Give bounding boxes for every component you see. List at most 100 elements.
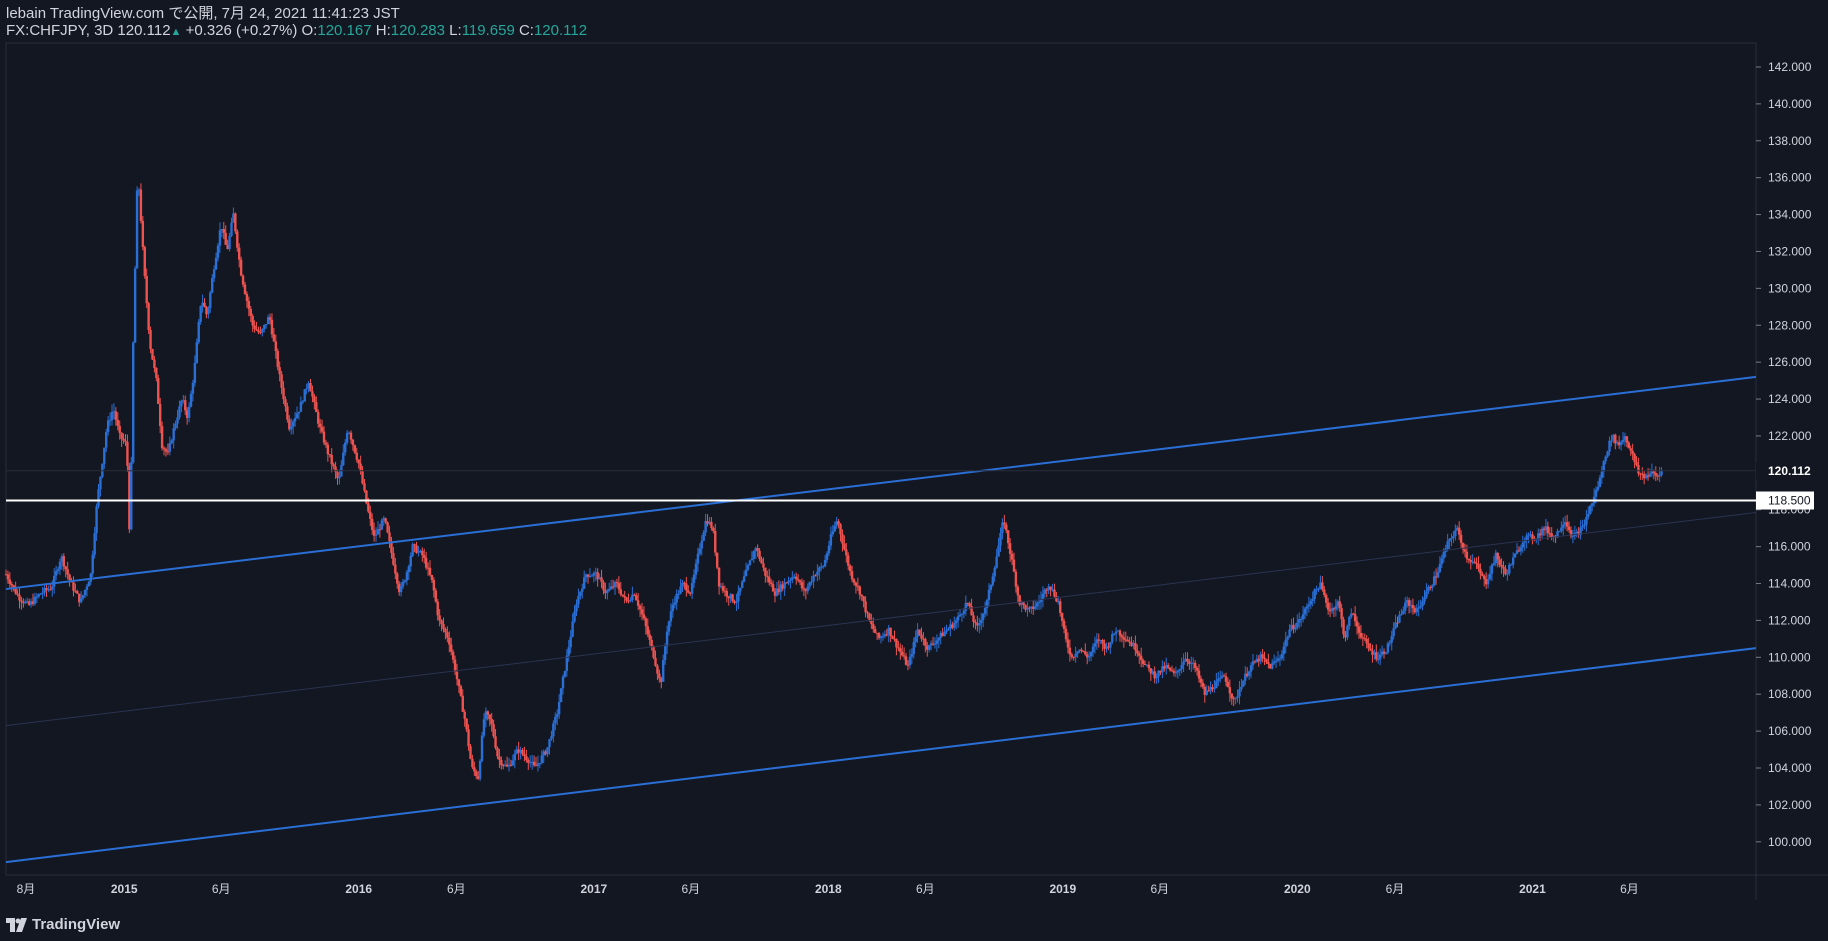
candle-body (1236, 696, 1239, 698)
candle-body (174, 423, 177, 429)
candle-body (742, 576, 746, 582)
candle-body (216, 245, 220, 258)
candle-body (394, 564, 397, 574)
candle-body (1247, 671, 1251, 676)
candle-body (1286, 637, 1289, 640)
candle-body (638, 605, 642, 610)
candle-body (983, 608, 987, 614)
candle-body (500, 759, 503, 766)
tradingview-logo-icon (6, 917, 27, 932)
candle-body (228, 235, 231, 249)
candle-body (671, 604, 675, 612)
candle-body (155, 367, 158, 379)
candle-body (1265, 659, 1268, 663)
time-tick-label: 2020 (1284, 882, 1311, 896)
candle-body (1022, 602, 1025, 606)
price-chart[interactable]: 142.000 140.000 138.000 136.000 134.000 132.0… (0, 0, 1828, 941)
candle-body (195, 342, 199, 364)
time-tick-label: 6月 (1150, 882, 1169, 896)
time-tick-label: 2021 (1519, 882, 1546, 896)
publish-info: lebain TradingView.com で公開, 7月 24, 2021 … (6, 5, 400, 22)
candle-body (12, 585, 15, 588)
candle-body (1301, 614, 1305, 620)
candle-body (457, 679, 461, 687)
symbol-interval[interactable]: FX:CHFJPY, 3D (6, 22, 113, 39)
candle-body (646, 626, 649, 635)
candle-body (1284, 639, 1287, 647)
candle-body (1342, 619, 1345, 635)
candle-body (1400, 613, 1403, 615)
candle-body (124, 440, 127, 442)
candle-body (714, 531, 717, 553)
candle-body (881, 636, 885, 638)
candle-body (635, 595, 638, 601)
candle-body (1282, 646, 1286, 655)
candle-body (105, 432, 108, 448)
candle-body (1346, 626, 1349, 638)
candle-body (1463, 549, 1467, 552)
candle-body (440, 620, 443, 625)
candle-body (999, 532, 1002, 546)
candle-body (83, 589, 87, 596)
candle-body (1134, 642, 1137, 651)
price-tick-label: 134.000 (1768, 208, 1812, 222)
candle-body (1060, 613, 1064, 622)
candle-body (1525, 535, 1528, 541)
candle-body (151, 349, 154, 360)
candle-body (122, 438, 125, 441)
candle-body (794, 576, 798, 580)
candle-body (1627, 442, 1630, 449)
candle-body (332, 464, 335, 467)
candle-body (54, 570, 58, 576)
candle-body (471, 758, 474, 768)
candle-body (600, 577, 603, 582)
candle-body (748, 560, 752, 566)
candle-body (956, 616, 960, 621)
candle-body (326, 444, 330, 455)
candle-body (106, 420, 110, 433)
candle-body (548, 739, 551, 748)
candle-body (1066, 639, 1070, 648)
price-tick-label: 128.000 (1768, 318, 1812, 332)
candle-body (1307, 604, 1311, 607)
candle-body (249, 308, 252, 316)
candle-body (286, 406, 289, 420)
tradingview-logo[interactable]: TradingView (6, 916, 120, 933)
candle-body (423, 555, 426, 558)
candle-body (1625, 436, 1629, 443)
candle-body (380, 520, 384, 530)
close-value: 120.112 (533, 22, 588, 39)
candle-body (1648, 473, 1652, 477)
candle-body (247, 300, 251, 309)
candle-body (717, 567, 721, 587)
candle-body (1488, 573, 1492, 580)
candle (559, 688, 563, 703)
candle-body (864, 601, 867, 613)
candle-body (172, 428, 175, 441)
candle-body (396, 573, 399, 584)
candle-body (453, 659, 457, 672)
candle-body (710, 521, 713, 528)
candle-body (1490, 564, 1494, 574)
candle-body (475, 771, 478, 777)
candle-body (20, 600, 23, 602)
candle-body (1590, 503, 1594, 506)
candle-body (1338, 601, 1341, 609)
candle-body (1392, 628, 1395, 637)
candle-body (1386, 643, 1390, 653)
candle-body (1589, 505, 1592, 514)
candle-body (369, 511, 372, 519)
candle-body (953, 623, 956, 628)
candle-body (176, 417, 179, 424)
candle-body (1510, 564, 1513, 566)
candle-body (224, 232, 227, 245)
candle-body (563, 670, 567, 677)
candle-body (648, 634, 651, 640)
candle-body (1111, 634, 1114, 643)
candle-body (274, 341, 278, 352)
candle-body (874, 629, 877, 634)
candle-body (991, 576, 994, 586)
price-tick-label: 124.000 (1768, 392, 1812, 406)
candle-body (581, 588, 584, 592)
candle-body (421, 550, 424, 556)
